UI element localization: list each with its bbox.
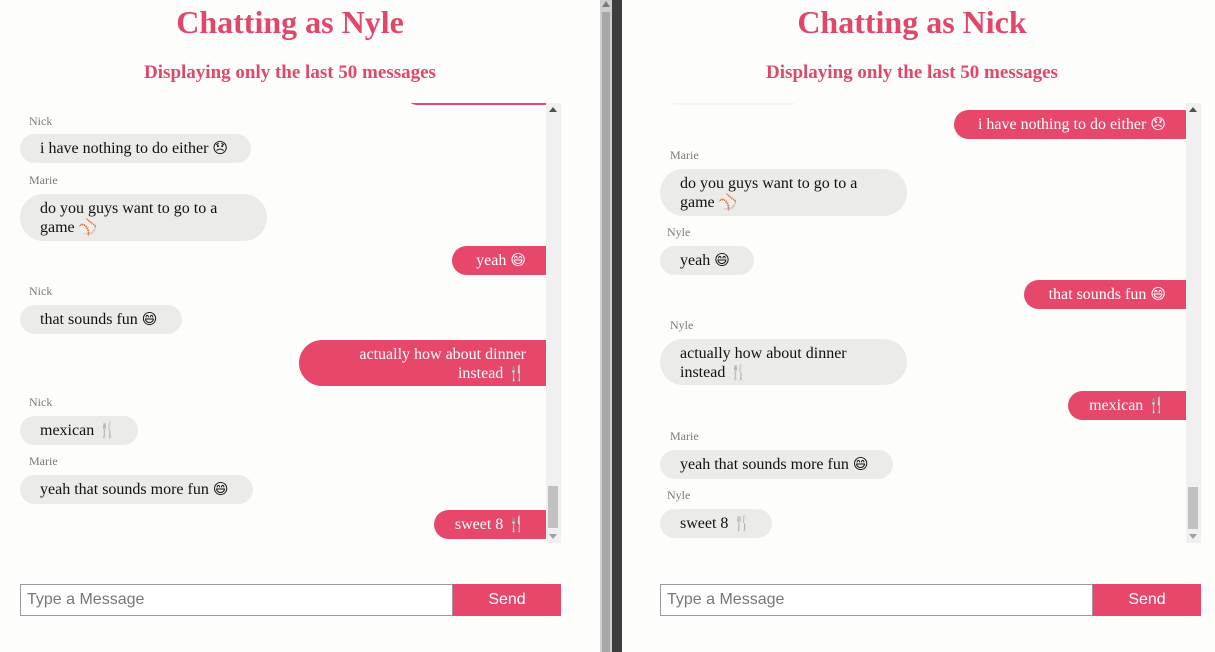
message-bubble-incoming: yeah 😄 — [660, 246, 754, 275]
scroll-down-arrow-icon[interactable] — [549, 534, 557, 539]
message-bubble-outgoing: that sounds fun 😄 — [1024, 280, 1186, 309]
disappointed-face-icon: 😞 — [212, 139, 229, 157]
message-bubble-outgoing-partial — [406, 103, 546, 105]
sender-name: Marie — [29, 173, 58, 187]
message-bubble-outgoing: sweet 8 🍴 — [434, 510, 546, 539]
window-divider — [612, 0, 622, 652]
fork-and-knife-icon: 🍴 — [507, 515, 526, 533]
grinning-face-icon: 😄 — [212, 480, 229, 498]
message-bubble-outgoing: mexican 🍴 — [1068, 391, 1186, 420]
message-text: mexican — [1089, 397, 1144, 414]
fork-and-knife-icon: 🍴 — [729, 363, 749, 381]
message-bubble-incoming: yeah that sounds more fun 😄 — [660, 450, 893, 479]
scroll-up-arrow-icon[interactable] — [602, 1, 610, 7]
fork-and-knife-icon: 🍴 — [98, 421, 117, 439]
message-list[interactable]: Nick i have nothing to do either 😞 Marie… — [20, 103, 561, 543]
sender-name: Marie — [29, 454, 58, 468]
message-text: yeah — [680, 252, 711, 269]
message-bubble-incoming: i have nothing to do either 😞 — [20, 134, 251, 163]
message-limit-notice: Displaying only the last 50 messages — [766, 62, 1058, 83]
message-text: actually how about dinner instead — [359, 346, 526, 382]
message-text: do you guys want to go to a game — [680, 175, 858, 211]
message-bubble-incoming: do you guys want to go to a game ⚾ — [660, 169, 907, 216]
sender-name: Nyle — [667, 225, 691, 239]
chat-panel-nick: Chatting as Nick Displaying only the las… — [622, 0, 1215, 652]
message-bubble-outgoing: i have nothing to do either 😞 — [954, 110, 1186, 139]
message-limit-notice: Displaying only the last 50 messages — [144, 62, 436, 83]
window-divider-scrollbar[interactable] — [600, 0, 612, 652]
message-input[interactable] — [20, 584, 453, 616]
scroll-up-arrow-icon[interactable] — [1189, 107, 1197, 112]
grinning-face-icon: 😄 — [852, 455, 869, 473]
send-button[interactable]: Send — [453, 584, 561, 616]
sender-name: Nick — [29, 114, 53, 128]
message-text: i have nothing to do either — [977, 116, 1147, 133]
fork-and-knife-icon: 🍴 — [1147, 396, 1166, 414]
message-text: do you guys want to go to a game — [40, 200, 218, 236]
grinning-face-icon: 😄 — [510, 251, 526, 269]
send-button[interactable]: Send — [1093, 584, 1201, 616]
scroll-down-arrow-icon[interactable] — [1189, 534, 1197, 539]
message-text: yeah that sounds more fun — [40, 481, 209, 498]
scrollbar[interactable] — [1186, 103, 1201, 543]
message-bubble-outgoing: actually how about dinner instead 🍴 — [299, 340, 546, 386]
message-bubble-incoming: mexican 🍴 — [20, 416, 138, 445]
message-text: that sounds fun — [1048, 286, 1147, 303]
sender-name: Marie — [670, 148, 699, 162]
message-text: actually how about dinner instead — [680, 345, 847, 381]
message-bubble-incoming: that sounds fun 😄 — [20, 305, 182, 334]
grinning-face-icon: 😄 — [141, 310, 158, 328]
message-bubble-outgoing: yeah 😄 — [452, 246, 546, 275]
message-text: mexican — [40, 422, 95, 439]
message-input[interactable] — [660, 584, 1093, 616]
message-bubble-incoming: do you guys want to go to a game ⚾ — [20, 194, 267, 241]
scrollbar-thumb[interactable] — [602, 12, 610, 652]
message-bubble-incoming: yeah that sounds more fun 😄 — [20, 475, 253, 504]
page-title: Chatting as Nick — [797, 4, 1027, 40]
message-bubble-incoming: actually how about dinner instead 🍴 — [660, 339, 907, 385]
message-text: i have nothing to do either — [40, 140, 209, 157]
scrollbar[interactable] — [546, 103, 561, 543]
message-text: sweet 8 — [454, 516, 504, 533]
sender-name: Nick — [29, 284, 53, 298]
scroll-up-arrow-icon[interactable] — [549, 107, 557, 112]
grinning-face-icon: 😄 — [1150, 285, 1166, 303]
baseball-icon: ⚾ — [78, 218, 98, 236]
message-bubble-incoming-partial — [666, 103, 802, 105]
sender-name: Nyle — [667, 488, 691, 502]
sender-name: Nyle — [670, 318, 694, 332]
scrollbar-thumb[interactable] — [1188, 487, 1198, 529]
sender-name: Nick — [29, 395, 53, 409]
chat-panel-nyle: Chatting as Nyle Displaying only the las… — [0, 0, 600, 652]
baseball-icon: ⚾ — [718, 193, 738, 211]
fork-and-knife-icon: 🍴 — [507, 364, 526, 382]
fork-and-knife-icon: 🍴 — [732, 514, 752, 532]
message-list[interactable]: i have nothing to do either 😞 Marie do y… — [660, 103, 1201, 543]
message-text: sweet 8 — [680, 515, 729, 532]
page-title: Chatting as Nyle — [176, 4, 404, 40]
message-text: that sounds fun — [40, 311, 138, 328]
scrollbar-thumb[interactable] — [548, 486, 558, 528]
message-text: yeah that sounds more fun — [680, 456, 849, 473]
message-bubble-incoming: sweet 8 🍴 — [660, 509, 772, 538]
message-text: yeah — [476, 252, 507, 269]
sender-name: Marie — [670, 429, 699, 443]
disappointed-face-icon: 😞 — [1150, 115, 1166, 133]
grinning-face-icon: 😄 — [714, 251, 730, 269]
